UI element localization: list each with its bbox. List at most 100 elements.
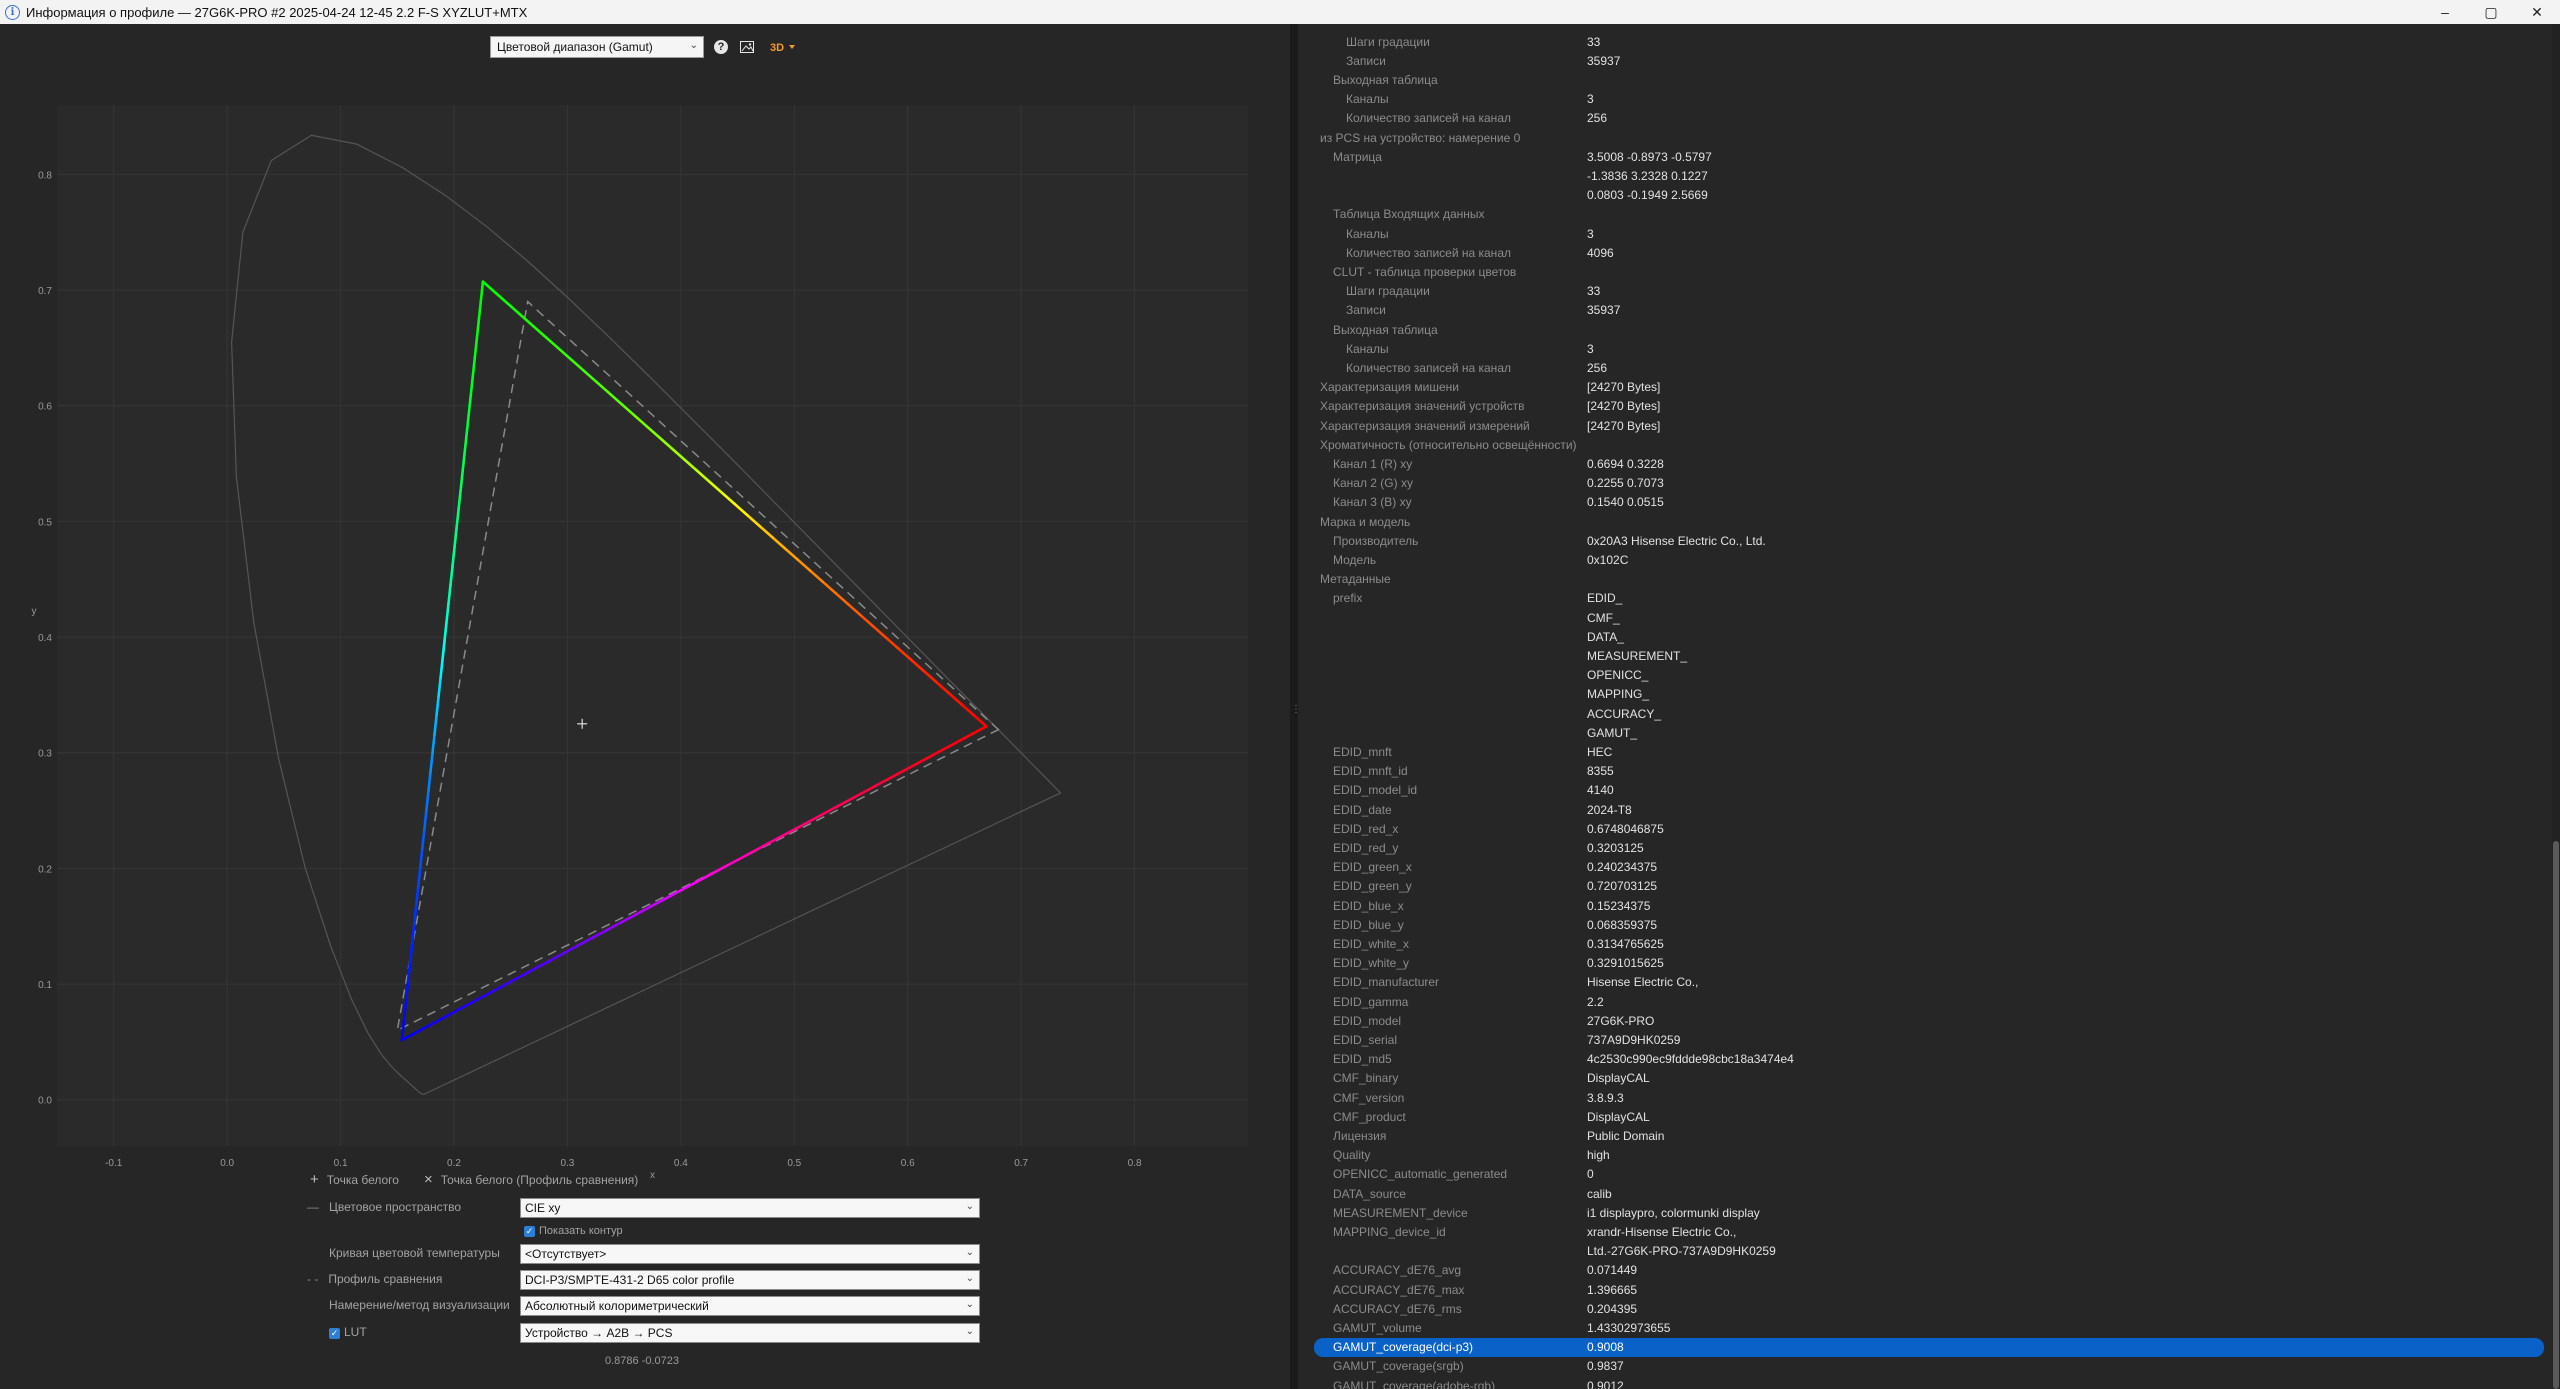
tree-row[interactable]: 0.0803 -0.1949 2.5669 xyxy=(1298,186,2548,205)
cct-select[interactable]: <Отсутствует> ⌄ xyxy=(520,1244,980,1264)
tree-row[interactable]: Модель 0x102C xyxy=(1298,550,2548,569)
tree-row[interactable]: Таблица Входящих данных xyxy=(1298,205,2548,224)
tree-row[interactable]: Метаданные xyxy=(1298,570,2548,589)
tree-row[interactable]: Выходная таблица xyxy=(1298,320,2548,339)
tree-row[interactable]: Ltd.-27G6K-PRO-737A9D9HK0259 xyxy=(1298,1242,2548,1261)
tree-row[interactable]: prefix EDID_ xyxy=(1298,589,2548,608)
x-tick-label: 0.4 xyxy=(674,1158,688,1169)
tree-key: EDID_green_y xyxy=(1333,879,1412,894)
tree-row[interactable]: MAPPING_device_id xrandr-Hisense Electric… xyxy=(1298,1222,2548,1241)
tree-value: CMF_ xyxy=(1587,610,1620,625)
tree-row[interactable]: ACCURACY_ xyxy=(1298,704,2548,723)
maximize-button[interactable]: ▢ xyxy=(2468,4,2514,21)
tree-row[interactable]: OPENICC_ xyxy=(1298,666,2548,685)
tree-row[interactable]: EDID_red_x 0.6748046875 xyxy=(1298,819,2548,838)
tree-row[interactable]: EDID_manufacturer Hisense Electric Co., xyxy=(1298,973,2548,992)
tree-row[interactable]: Марка и модель xyxy=(1298,512,2548,531)
tree-row[interactable]: Количество записей на канал 256 xyxy=(1298,358,2548,377)
tree-row[interactable]: Quality high xyxy=(1298,1146,2548,1165)
tree-row[interactable]: EDID_red_y 0.3203125 xyxy=(1298,838,2548,857)
tree-row[interactable]: GAMUT_coverage(srgb) 0.9837 xyxy=(1298,1357,2548,1376)
pane-splitter[interactable]: ⋮ xyxy=(1290,24,1301,1389)
save-image-icon[interactable] xyxy=(738,38,756,56)
tree-row[interactable]: Характеризация мишени [24270 Bytes] xyxy=(1298,378,2548,397)
tree-row[interactable]: EDID_gamma 2.2 xyxy=(1298,992,2548,1011)
tree-row[interactable]: EDID_mnft_id 8355 xyxy=(1298,762,2548,781)
tree-row[interactable]: EDID_serial 737A9D9HK0259 xyxy=(1298,1030,2548,1049)
tree-row[interactable]: MAPPING_ xyxy=(1298,685,2548,704)
tree-row[interactable]: GAMUT_volume 1.43302973655 xyxy=(1298,1318,2548,1337)
tree-row[interactable]: Характеризация значений измерений [24270 … xyxy=(1298,416,2548,435)
tree-row[interactable]: Количество записей на канал 4096 xyxy=(1298,243,2548,262)
view-mode-select[interactable]: Цветовой диапазон (Gamut) ⌄ xyxy=(490,36,704,58)
plot-toolbar: Цветовой диапазон (Gamut) ⌄ ? 3D xyxy=(490,35,800,59)
compare-profile-select[interactable]: DCI-P3/SMPTE-431-2 D65 color profile ⌄ xyxy=(520,1270,980,1290)
tree-row[interactable]: Выходная таблица xyxy=(1298,70,2548,89)
colorspace-select[interactable]: CIE xy ⌄ xyxy=(520,1198,980,1218)
tree-row[interactable]: EDID_model 27G6K-PRO xyxy=(1298,1011,2548,1030)
tree-row[interactable]: CMF_ xyxy=(1298,608,2548,627)
tree-row[interactable]: EDID_model_id 4140 xyxy=(1298,781,2548,800)
tree-row[interactable]: EDID_white_x 0.3134765625 xyxy=(1298,934,2548,953)
tree-row[interactable]: Каналы 3 xyxy=(1298,339,2548,358)
tree-row[interactable]: GAMUT_coverage(adobe-rgb) 0.9012 xyxy=(1298,1376,2548,1389)
tree-row[interactable]: Записи 35937 xyxy=(1298,51,2548,70)
tree-row[interactable]: GAMUT_ xyxy=(1298,723,2548,742)
checkbox-checked-icon[interactable]: ✓ xyxy=(329,1328,340,1339)
tree-row[interactable]: EDID_green_x 0.240234375 xyxy=(1298,858,2548,877)
tree-row[interactable]: MEASUREMENT_ xyxy=(1298,646,2548,665)
tree-row[interactable]: EDID_green_y 0.720703125 xyxy=(1298,877,2548,896)
tree-row[interactable]: Матрица 3.5008 -0.8973 -0.5797 xyxy=(1298,147,2548,166)
tree-row[interactable]: Канал 3 (B) xy 0.1540 0.0515 xyxy=(1298,493,2548,512)
help-icon[interactable]: ? xyxy=(714,40,728,54)
tree-row[interactable]: EDID_blue_x 0.15234375 xyxy=(1298,896,2548,915)
tree-row[interactable]: Шаги градации 33 xyxy=(1298,282,2548,301)
tree-row[interactable]: CLUT - таблица проверки цветов xyxy=(1298,262,2548,281)
tree-row[interactable]: MEASUREMENT_device i1 displaypro, colormu… xyxy=(1298,1203,2548,1222)
tree-row[interactable]: DATA_source calib xyxy=(1298,1184,2548,1203)
tree-value: 2.2 xyxy=(1587,994,1604,1009)
tree-row[interactable]: Каналы 3 xyxy=(1298,90,2548,109)
tree-row[interactable]: ACCURACY_dE76_rms 0.204395 xyxy=(1298,1299,2548,1318)
tree-row[interactable]: Количество записей на канал 256 xyxy=(1298,109,2548,128)
tree-row[interactable]: CMF_version 3.8.9.3 xyxy=(1298,1088,2548,1107)
tree-value: 0x20A3 Hisense Electric Co., Ltd. xyxy=(1587,533,1766,548)
tree-value: 0.3291015625 xyxy=(1587,956,1664,971)
lut-select[interactable]: Устройство → A2B → PCS ⌄ xyxy=(520,1323,980,1343)
tree-row[interactable]: Лицензия Public Domain xyxy=(1298,1126,2548,1145)
close-button[interactable]: ✕ xyxy=(2514,4,2560,21)
tree-row[interactable]: EDID_white_y 0.3291015625 xyxy=(1298,954,2548,973)
tree-row[interactable]: EDID_blue_y 0.068359375 xyxy=(1298,915,2548,934)
tree-row[interactable]: CMF_binary DisplayCAL xyxy=(1298,1069,2548,1088)
checkbox-checked-icon[interactable]: ✓ xyxy=(524,1226,535,1237)
tree-row[interactable]: Хроматичность (относительно освещённости… xyxy=(1298,435,2548,454)
plot-area xyxy=(57,105,1248,1146)
3d-view-icon[interactable]: 3D xyxy=(766,38,800,56)
show-outline-row[interactable]: ✓ Показать контур xyxy=(524,1225,623,1237)
tree-row[interactable]: Канал 1 (R) xy 0.6694 0.3228 xyxy=(1298,454,2548,473)
tree-row[interactable]: EDID_date 2024-T8 xyxy=(1298,800,2548,819)
tree-row[interactable]: Канал 2 (G) xy 0.2255 0.7073 xyxy=(1298,474,2548,493)
lut-row[interactable]: ✓ LUT xyxy=(329,1325,367,1339)
tree-row[interactable]: из PCS на устройство: намерение 0 xyxy=(1298,128,2548,147)
tree-row[interactable]: Записи 35937 xyxy=(1298,301,2548,320)
cie-xy-plot[interactable]: -0.1 0.0 0.1 0.2 0.3 0.4 0.5 0.6 0.7 0.8 0.0 0.1 0.2… xyxy=(0,74,1290,1184)
minimize-button[interactable]: – xyxy=(2422,4,2468,20)
tree-row[interactable]: Каналы 3 xyxy=(1298,224,2548,243)
tree-row[interactable]: -1.3836 3.2328 0.1227 xyxy=(1298,166,2548,185)
tree-row[interactable]: CMF_product DisplayCAL xyxy=(1298,1107,2548,1126)
vertical-scrollbar[interactable] xyxy=(2552,24,2560,1389)
tree-row[interactable]: EDID_mnft HEC xyxy=(1298,742,2548,761)
tree-row[interactable]: Характеризация значений устройств [24270 … xyxy=(1298,397,2548,416)
tree-row[interactable]: ACCURACY_dE76_avg 0.071449 xyxy=(1298,1261,2548,1280)
tree-value: -1.3836 3.2328 0.1227 xyxy=(1587,168,1708,183)
tree-row[interactable]: Шаги градации 33 xyxy=(1298,32,2548,51)
scrollbar-thumb[interactable] xyxy=(2553,841,2559,1389)
tree-row[interactable]: EDID_md5 4c2530c990ec9fddde98cbc18a3474e4 xyxy=(1298,1050,2548,1069)
tree-row[interactable]: OPENICC_automatic_generated 0 xyxy=(1298,1165,2548,1184)
tree-row[interactable]: ACCURACY_dE76_max 1.396665 xyxy=(1298,1280,2548,1299)
tree-row[interactable]: DATA_ xyxy=(1298,627,2548,646)
tree-row[interactable]: Производитель 0x20A3 Hisense Electric Co.… xyxy=(1298,531,2548,550)
tree-row[interactable]: GAMUT_coverage(dci-p3) 0.9008 xyxy=(1314,1337,2544,1357)
intent-select[interactable]: Абсолютный колориметрический ⌄ xyxy=(520,1296,980,1316)
